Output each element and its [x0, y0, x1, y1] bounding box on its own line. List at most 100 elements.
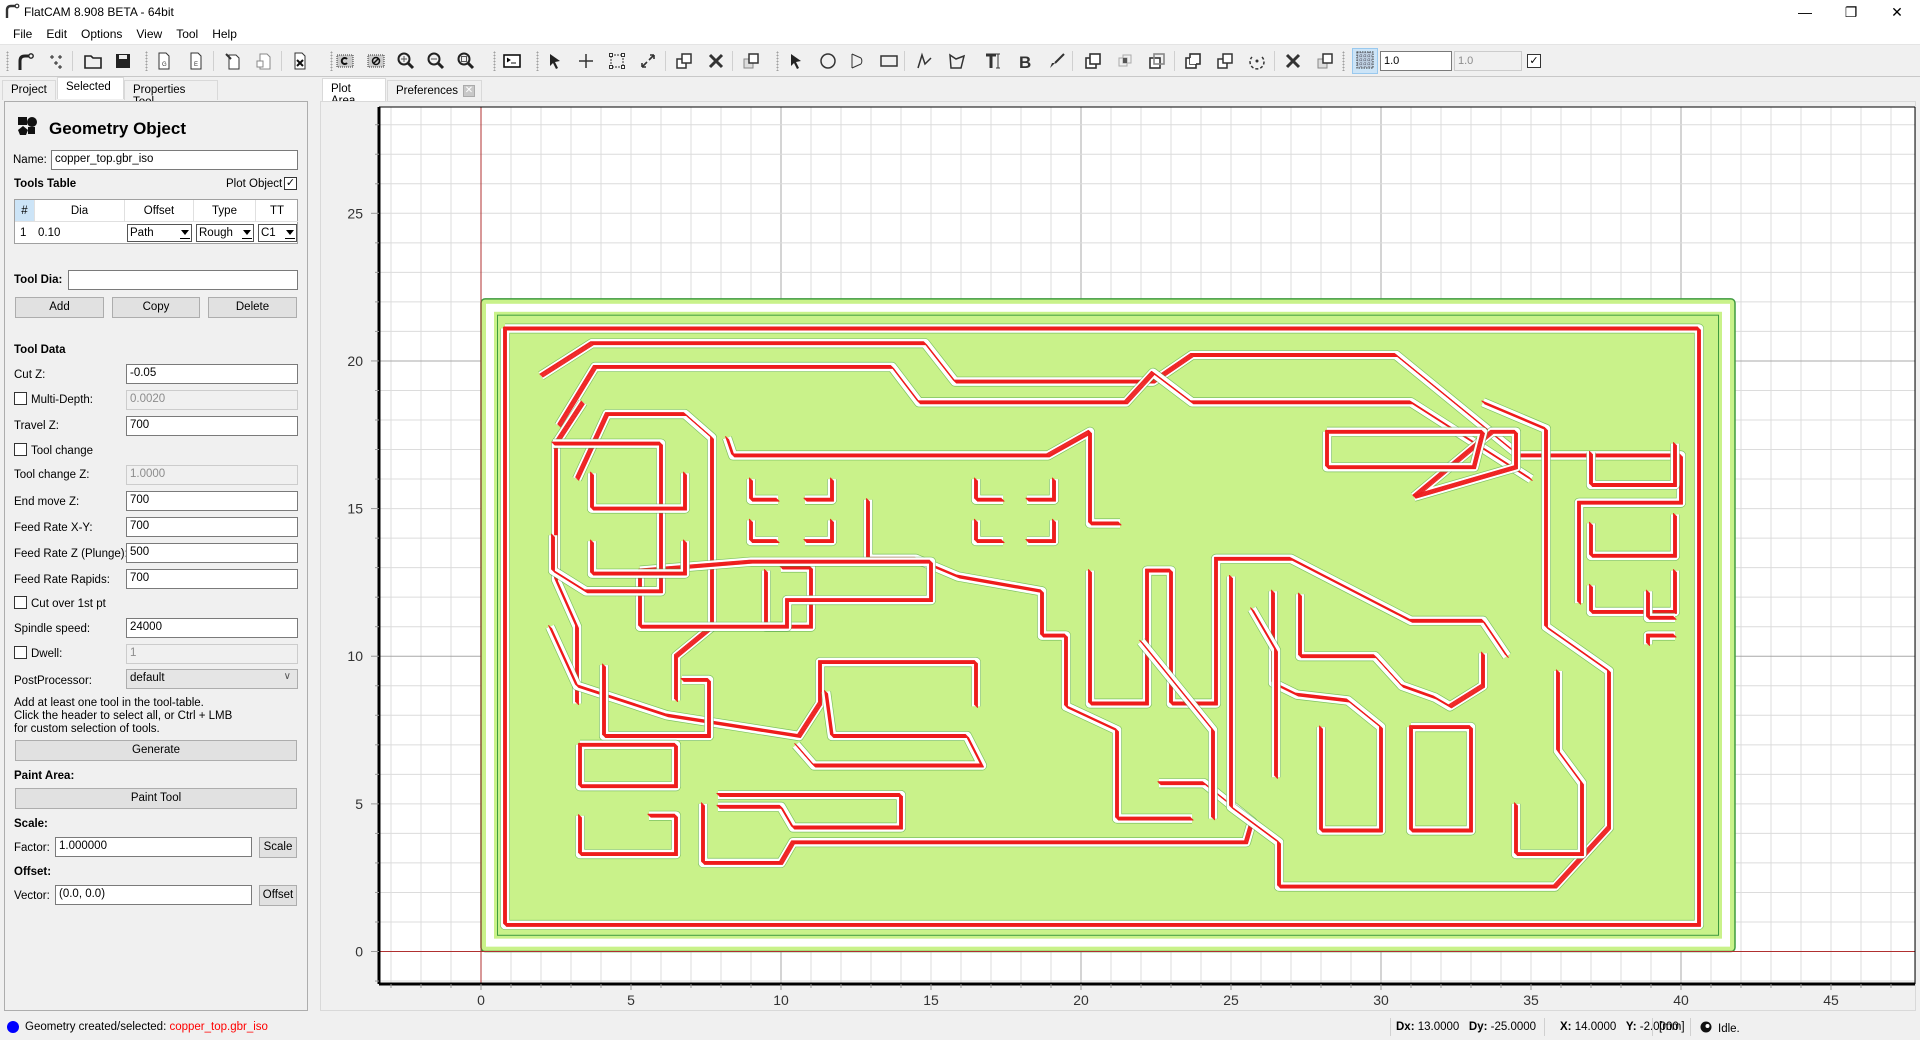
multi-depth-checkbox[interactable] [14, 392, 27, 405]
cut-button[interactable] [1182, 50, 1204, 72]
travel-z-input[interactable]: 700 [126, 416, 298, 436]
col-header-offset[interactable]: Offset [125, 200, 194, 222]
save-project-button[interactable] [112, 50, 134, 72]
menu-file[interactable]: File [6, 24, 39, 44]
menu-help[interactable]: Help [205, 24, 244, 44]
buffer-button[interactable]: B [1014, 50, 1036, 72]
select-shape-button[interactable] [785, 50, 807, 72]
col-header-tt[interactable]: TT [256, 200, 298, 222]
tab-project[interactable]: Project [2, 80, 56, 100]
dwell-checkbox[interactable] [14, 646, 27, 659]
copy-shape-button[interactable] [1214, 50, 1236, 72]
tool-dia-input[interactable] [68, 270, 298, 290]
name-input[interactable]: copper_top.gbr_iso [51, 150, 298, 170]
zoom-fit-button[interactable] [455, 50, 477, 72]
circle-button[interactable] [817, 50, 839, 72]
open-excellon-button[interactable]: E [185, 50, 207, 72]
add-tool-button[interactable]: Add [15, 297, 104, 318]
dwell-input[interactable]: 1 [126, 644, 298, 664]
tt-select[interactable]: C1 [258, 224, 297, 242]
col-header-num[interactable]: # [15, 200, 35, 222]
offset-button[interactable]: Offset [259, 885, 297, 906]
grid-x-input[interactable] [1380, 51, 1452, 71]
polygon-button[interactable] [946, 50, 968, 72]
tab-properties-tool[interactable]: Properties Tool [124, 80, 218, 108]
multi-depth-input[interactable]: 0.0020 [126, 390, 298, 410]
subtraction-button[interactable] [1146, 50, 1168, 72]
move-button[interactable] [637, 50, 659, 72]
delete-object-button[interactable] [289, 50, 311, 72]
open-gcode-button[interactable] [222, 50, 244, 72]
end-move-z-input[interactable]: 700 [126, 491, 298, 511]
transform-shape-button[interactable] [1314, 50, 1336, 72]
copy-button[interactable] [673, 50, 695, 72]
tab-selected[interactable]: Selected [57, 77, 124, 99]
path-button[interactable] [914, 50, 936, 72]
row-dia[interactable]: 0.10 [38, 222, 60, 244]
new-document-button[interactable] [253, 50, 275, 72]
union-button[interactable] [1082, 50, 1104, 72]
feed-rate-z-input[interactable]: 500 [126, 543, 298, 563]
open-project-button[interactable] [82, 50, 104, 72]
offset-vector-input[interactable]: (0.0, 0.0) [55, 885, 252, 905]
offset-select[interactable]: Path [127, 224, 192, 242]
arc-button[interactable] [847, 50, 869, 72]
menu-edit[interactable]: Edit [39, 24, 74, 44]
close-button[interactable]: ✕ [1874, 0, 1920, 24]
cut-z-input[interactable]: -0.05 [126, 364, 298, 384]
copy-tool-button[interactable]: Copy [112, 297, 200, 318]
replot-button[interactable] [334, 50, 356, 72]
toolbar-grip[interactable] [1342, 51, 1345, 71]
toolbar-grip[interactable] [6, 51, 9, 71]
scale-button[interactable]: Scale [259, 837, 297, 858]
col-header-dia[interactable]: Dia [35, 200, 125, 222]
toolbar-grip[interactable] [145, 51, 148, 71]
minimize-button[interactable]: — [1782, 0, 1828, 24]
menu-view[interactable]: View [129, 24, 169, 44]
paint-tool-button[interactable]: Paint Tool [15, 788, 297, 809]
open-gerber-button[interactable]: G [153, 50, 175, 72]
close-tab-icon[interactable]: ✕ [463, 85, 475, 97]
grid-y-input[interactable] [1454, 51, 1522, 71]
cut-over-checkbox[interactable] [14, 596, 27, 609]
rectangle-button[interactable] [878, 50, 900, 72]
transform-button[interactable] [740, 50, 762, 72]
toolbar-grip[interactable] [536, 51, 539, 71]
delete-tool-button[interactable]: Delete [208, 297, 297, 318]
zoom-out-button[interactable] [425, 50, 447, 72]
toolbar-grip[interactable] [776, 51, 779, 71]
restore-button[interactable]: ❐ [1828, 0, 1874, 24]
postprocessor-select[interactable]: default ∨ [126, 669, 298, 689]
plot-object-checkbox[interactable]: ✓ [284, 177, 297, 190]
delete-button[interactable] [705, 50, 727, 72]
intersection-button[interactable] [1114, 50, 1136, 72]
menu-options[interactable]: Options [74, 24, 129, 44]
text-button[interactable] [982, 50, 1004, 72]
resize-button[interactable] [606, 50, 628, 72]
paint-button[interactable] [1046, 50, 1068, 72]
new-excellon-button[interactable] [45, 50, 67, 72]
grid-snap-toggle[interactable] [1352, 48, 1378, 74]
select-button[interactable] [544, 50, 566, 72]
col-header-type[interactable]: Type [194, 200, 256, 222]
scale-factor-input[interactable]: 1.000000 [55, 837, 252, 857]
generate-button[interactable]: Generate [15, 740, 297, 761]
feed-rate-xy-input[interactable]: 700 [126, 517, 298, 537]
tool-change-z-input[interactable]: 1.0000 [126, 465, 298, 485]
spindle-speed-input[interactable]: 24000 [126, 618, 298, 638]
type-select[interactable]: Rough [196, 224, 254, 242]
zoom-in-button[interactable] [395, 50, 417, 72]
clear-plot-button[interactable] [365, 50, 387, 72]
tool-change-checkbox[interactable] [14, 443, 27, 456]
plot-canvas[interactable]: 0 5 10 15 20 25 30 35 40 45 0 5 10 15 20 25 [321, 102, 1917, 1012]
toolbar-grip[interactable] [493, 51, 496, 71]
shell-button[interactable] [501, 50, 523, 72]
rotate-button[interactable] [1246, 50, 1268, 72]
tab-preferences[interactable]: Preferences ✕ [387, 80, 482, 101]
delete-shape-button[interactable] [1282, 50, 1304, 72]
tab-plot-area[interactable]: Plot Area [322, 78, 386, 107]
toolbar-grip[interactable] [330, 51, 333, 71]
grid-link-checkbox[interactable]: ✓ [1527, 54, 1541, 68]
feed-rate-rapids-input[interactable]: 700 [126, 569, 298, 589]
new-geometry-button[interactable] [14, 50, 36, 72]
